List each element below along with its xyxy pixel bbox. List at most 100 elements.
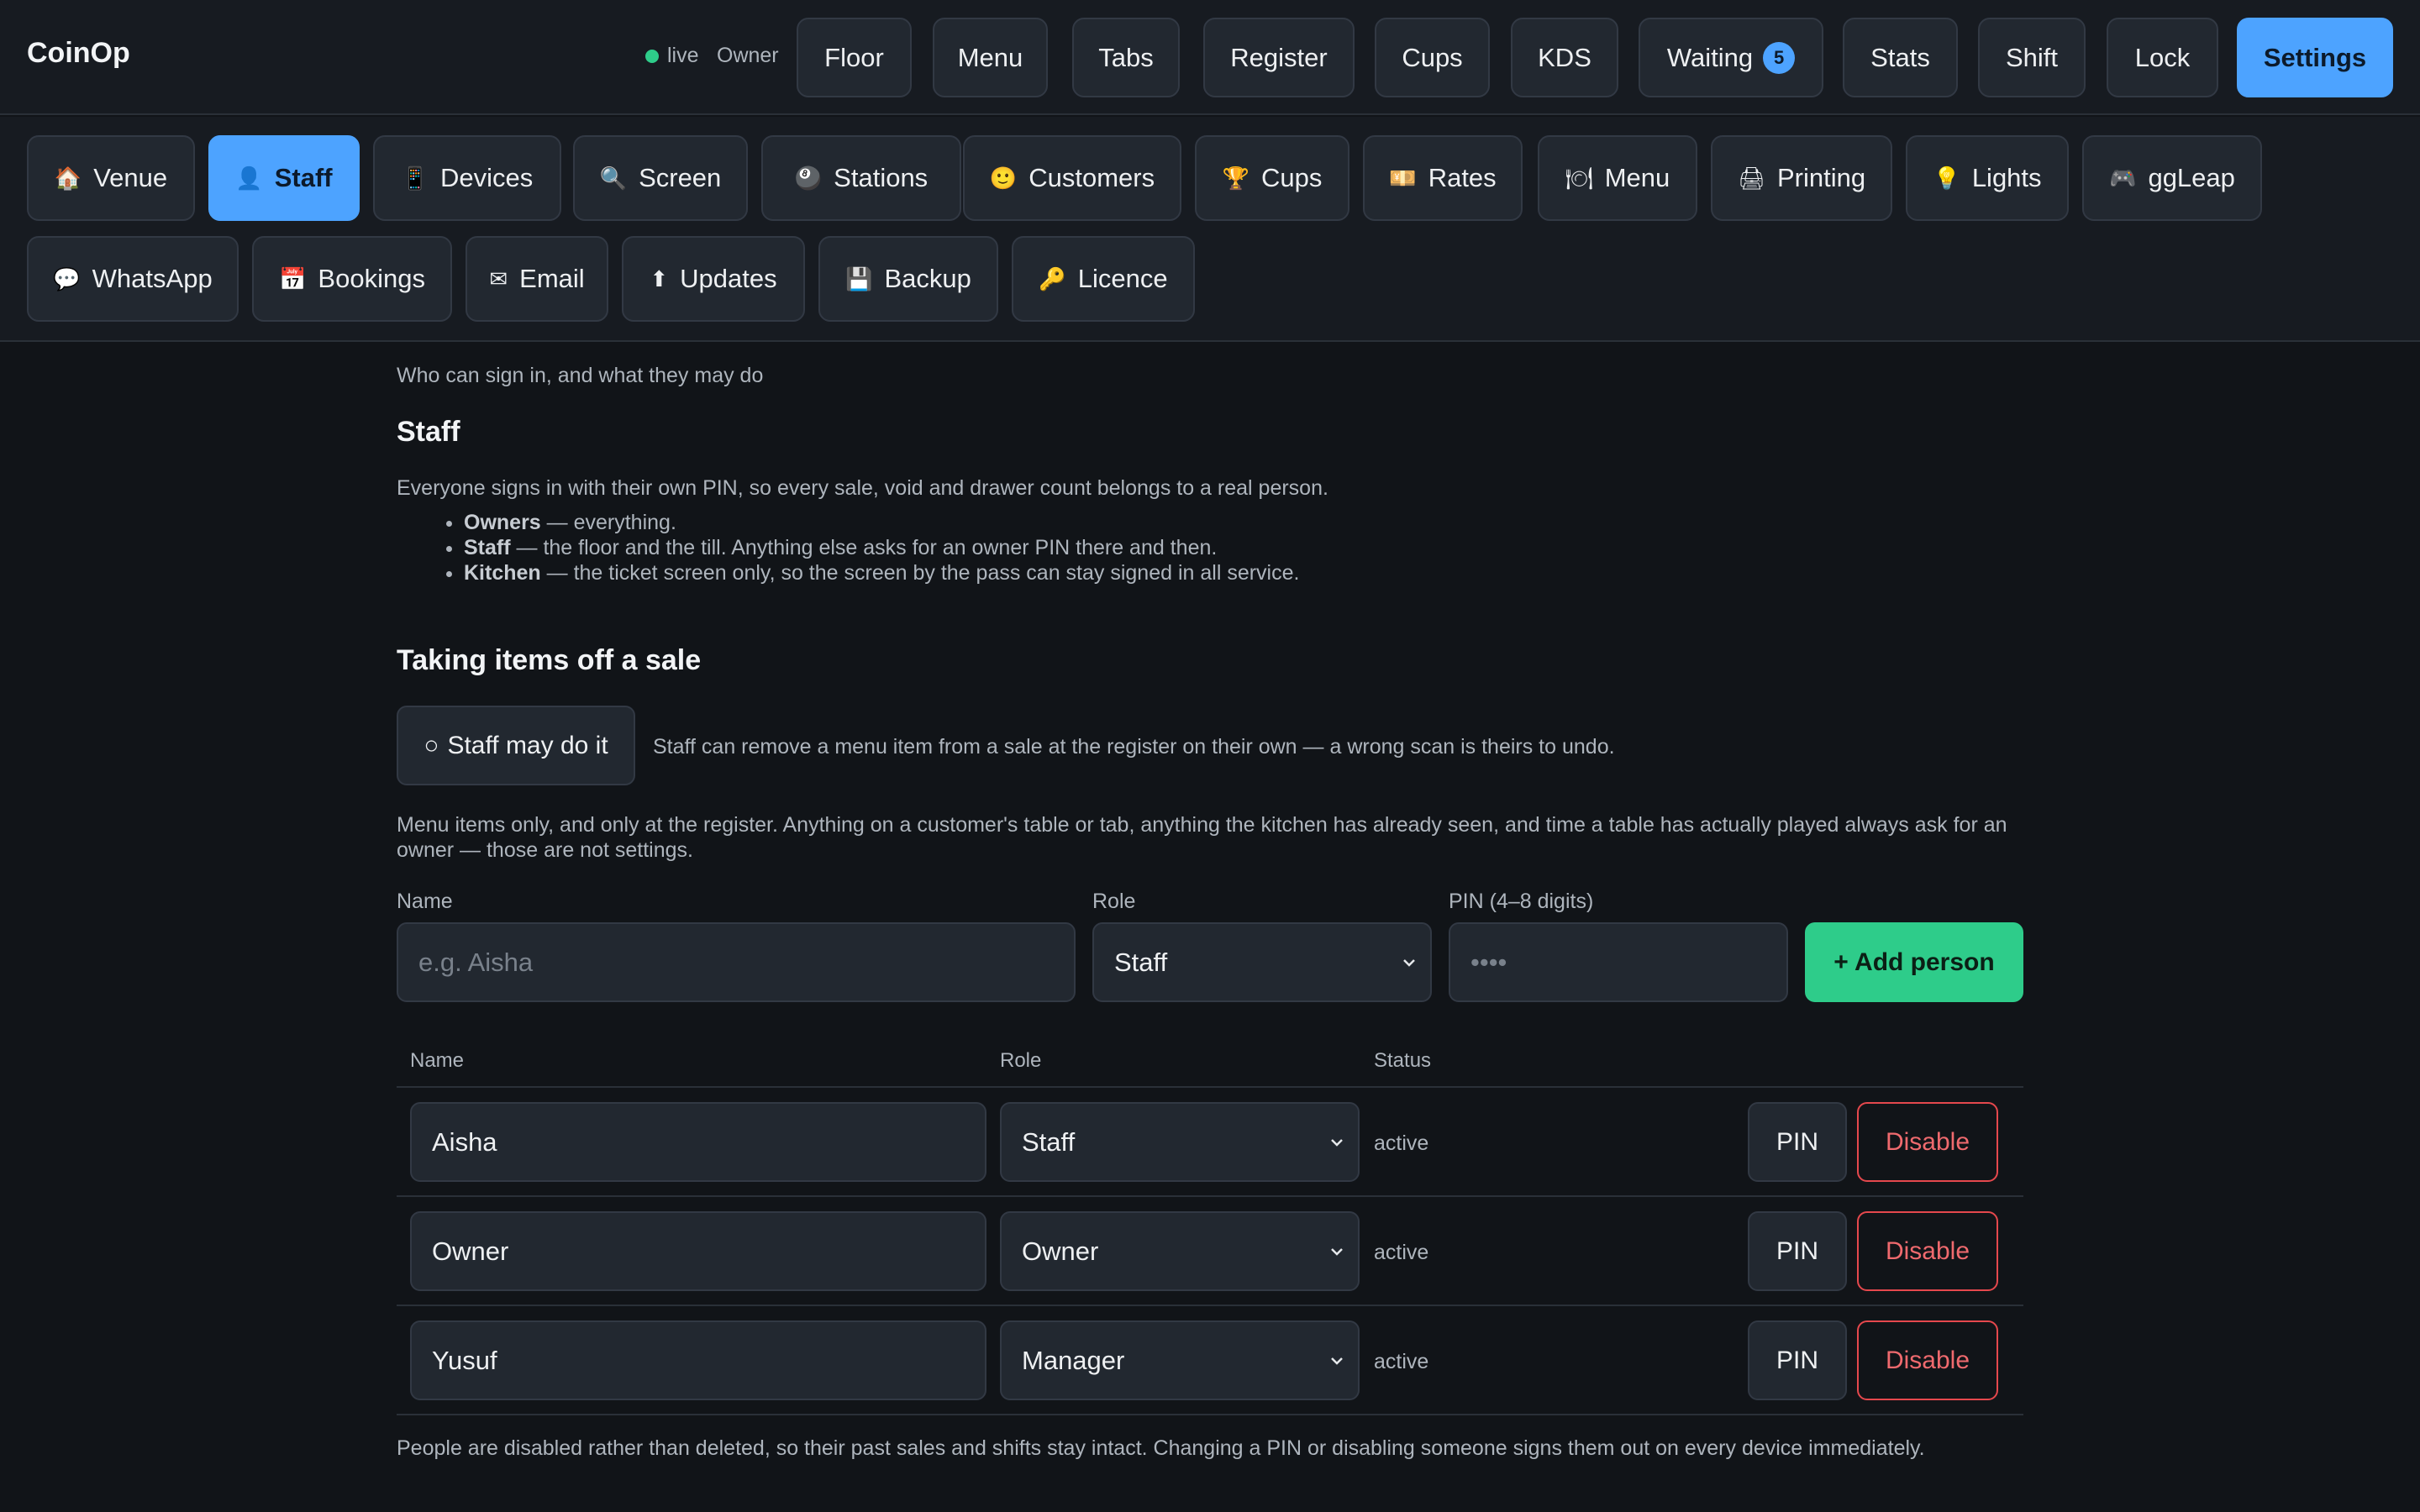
chevron-down-icon [1331, 1247, 1343, 1256]
tab-label: Customers [1028, 163, 1155, 192]
circle-icon: ○ [424, 731, 439, 759]
tab-cups[interactable]: 🏆 Cups [1195, 135, 1349, 221]
tab-label: Rates [1428, 163, 1497, 192]
nav-kds-button[interactable]: KDS [1511, 18, 1618, 97]
nav-register-button[interactable]: Register [1203, 18, 1355, 97]
up-arrow-icon: ⬆ [650, 265, 669, 291]
table-row: Owner Owner active PIN Disable [397, 1197, 2023, 1306]
staff-role-select[interactable]: Owner [1000, 1211, 1360, 1291]
reset-pin-button[interactable]: PIN [1748, 1211, 1847, 1291]
live-dot-icon [645, 49, 659, 63]
staff-name-input[interactable]: Owner [410, 1211, 986, 1291]
pin-field-label: PIN (4–8 digits) [1449, 890, 1594, 913]
status-text: active [1374, 1241, 1429, 1264]
tab-screen[interactable]: 🔍 Screen [573, 135, 748, 221]
tab-email[interactable]: ✉ Email [466, 236, 608, 322]
staff-role-select[interactable]: Staff [1000, 1102, 1360, 1182]
tab-label: Cups [1261, 163, 1323, 192]
tab-printing[interactable]: 🖨 Printing [1711, 135, 1892, 221]
tab-label: Staff [274, 163, 333, 192]
tab-rates[interactable]: 💴 Rates [1363, 135, 1523, 221]
staff-role-select[interactable]: Manager [1000, 1320, 1360, 1400]
eight-ball-icon: 🎱 [794, 165, 823, 191]
tab-label: Email [519, 264, 585, 293]
speech-bubble-icon: 💬 [53, 265, 81, 291]
settings-tabs: 🏠 Venue 👤 Staff 📱 Devices 🔍 Screen 🎱 Sta… [0, 117, 2420, 342]
tab-updates[interactable]: ⬆ Updates [622, 236, 805, 322]
reset-pin-button[interactable]: PIN [1748, 1102, 1847, 1182]
nav-tabs-button[interactable]: Tabs [1072, 18, 1180, 97]
staff-role-value: Manager [1022, 1345, 1125, 1375]
magnifier-icon: 🔍 [599, 165, 628, 191]
tab-whatsapp[interactable]: 💬 WhatsApp [27, 236, 239, 322]
key-icon: 🔑 [1039, 265, 1066, 291]
app-title: CoinOp [27, 37, 130, 69]
footer-note: People are disabled rather than deleted,… [397, 1436, 1925, 1460]
new-role-select[interactable]: Staff [1092, 922, 1432, 1002]
nav-settings-button[interactable]: Settings [2237, 18, 2393, 97]
tab-licence[interactable]: 🔑 Licence [1012, 236, 1195, 322]
lightbulb-icon: 💡 [1933, 165, 1960, 191]
tab-stations[interactable]: 🎱 Stations [761, 135, 961, 221]
live-label: live [667, 44, 699, 67]
add-person-button[interactable]: + Add person [1805, 922, 2023, 1002]
tab-ggleap[interactable]: 🎮 ggLeap [2082, 135, 2262, 221]
new-role-value: Staff [1114, 947, 1168, 977]
status-text: active [1374, 1131, 1429, 1155]
tab-venue[interactable]: 🏠 Venue [27, 135, 195, 221]
tab-devices[interactable]: 📱 Devices [373, 135, 561, 221]
staff-intro: Everyone signs in with their own PIN, so… [397, 476, 1328, 500]
toggle-label: Staff may do it [447, 731, 608, 759]
disable-button[interactable]: Disable [1857, 1320, 1998, 1400]
house-icon: 🏠 [54, 165, 82, 191]
items-note: Menu items only, and only at the registe… [397, 813, 2007, 862]
table-row: Aisha Staff active PIN Disable [397, 1088, 2023, 1197]
tab-label: Screen [639, 163, 722, 192]
nav-waiting-button[interactable]: Waiting 5 [1639, 18, 1823, 97]
nav-menu-button[interactable]: Menu [933, 18, 1048, 97]
new-pin-input[interactable]: •••• [1449, 922, 1788, 1002]
phone-icon: 📱 [401, 165, 429, 191]
top-bar: CoinOp live Owner Floor Menu Tabs Regist… [0, 0, 2420, 115]
staff-table-header: Name Role Status [397, 1042, 2023, 1088]
status-text: active [1374, 1350, 1429, 1373]
disable-button[interactable]: Disable [1857, 1211, 1998, 1291]
nav-floor-button[interactable]: Floor [797, 18, 912, 97]
staff-may-remove-toggle[interactable]: ○ Staff may do it [397, 706, 635, 785]
waiting-count-badge: 5 [1763, 41, 1796, 74]
toggle-description: Staff can remove a menu item from a sale… [653, 735, 1615, 759]
tab-staff[interactable]: 👤 Staff [208, 135, 360, 221]
current-role-label: Owner [717, 44, 779, 67]
new-name-input[interactable]: e.g. Aisha [397, 922, 1076, 1002]
tab-menu[interactable]: 🍽 Menu [1538, 135, 1697, 221]
role-item-staff: Staff — the floor and the till. Anything… [464, 535, 1299, 560]
reset-pin-button[interactable]: PIN [1748, 1320, 1847, 1400]
face-icon: 🙂 [989, 165, 1018, 191]
staff-name-input[interactable]: Yusuf [410, 1320, 986, 1400]
staff-heading: Staff [397, 416, 460, 448]
tab-label: Devices [440, 163, 534, 192]
tab-backup[interactable]: 💾 Backup [818, 236, 998, 322]
items-heading: Taking items off a sale [397, 644, 702, 676]
staff-name-input[interactable]: Aisha [410, 1102, 986, 1182]
col-name-header: Name [410, 1049, 465, 1072]
staff-role-value: Staff [1022, 1126, 1076, 1157]
nav-shift-button[interactable]: Shift [1978, 18, 2086, 97]
nav-cups-button[interactable]: Cups [1375, 18, 1490, 97]
tab-label: Backup [884, 264, 971, 293]
tab-lights[interactable]: 💡 Lights [1906, 135, 2069, 221]
role-descriptions: Owners — everything. Staff — the floor a… [464, 510, 1299, 585]
nav-lock-button[interactable]: Lock [2107, 18, 2218, 97]
tab-label: Bookings [318, 264, 425, 293]
tab-bookings[interactable]: 📅 Bookings [252, 236, 452, 322]
floppy-disk-icon: 💾 [845, 265, 873, 291]
role-field-label: Role [1092, 890, 1136, 913]
nav-stats-button[interactable]: Stats [1843, 18, 1958, 97]
tab-label: Printing [1776, 163, 1866, 192]
tab-label: Venue [93, 163, 168, 192]
disable-button[interactable]: Disable [1857, 1102, 1998, 1182]
name-field-label: Name [397, 890, 453, 913]
role-item-kitchen: Kitchen — the ticket screen only, so the… [464, 560, 1299, 585]
calendar-icon: 📅 [279, 265, 307, 291]
tab-customers[interactable]: 🙂 Customers [963, 135, 1181, 221]
